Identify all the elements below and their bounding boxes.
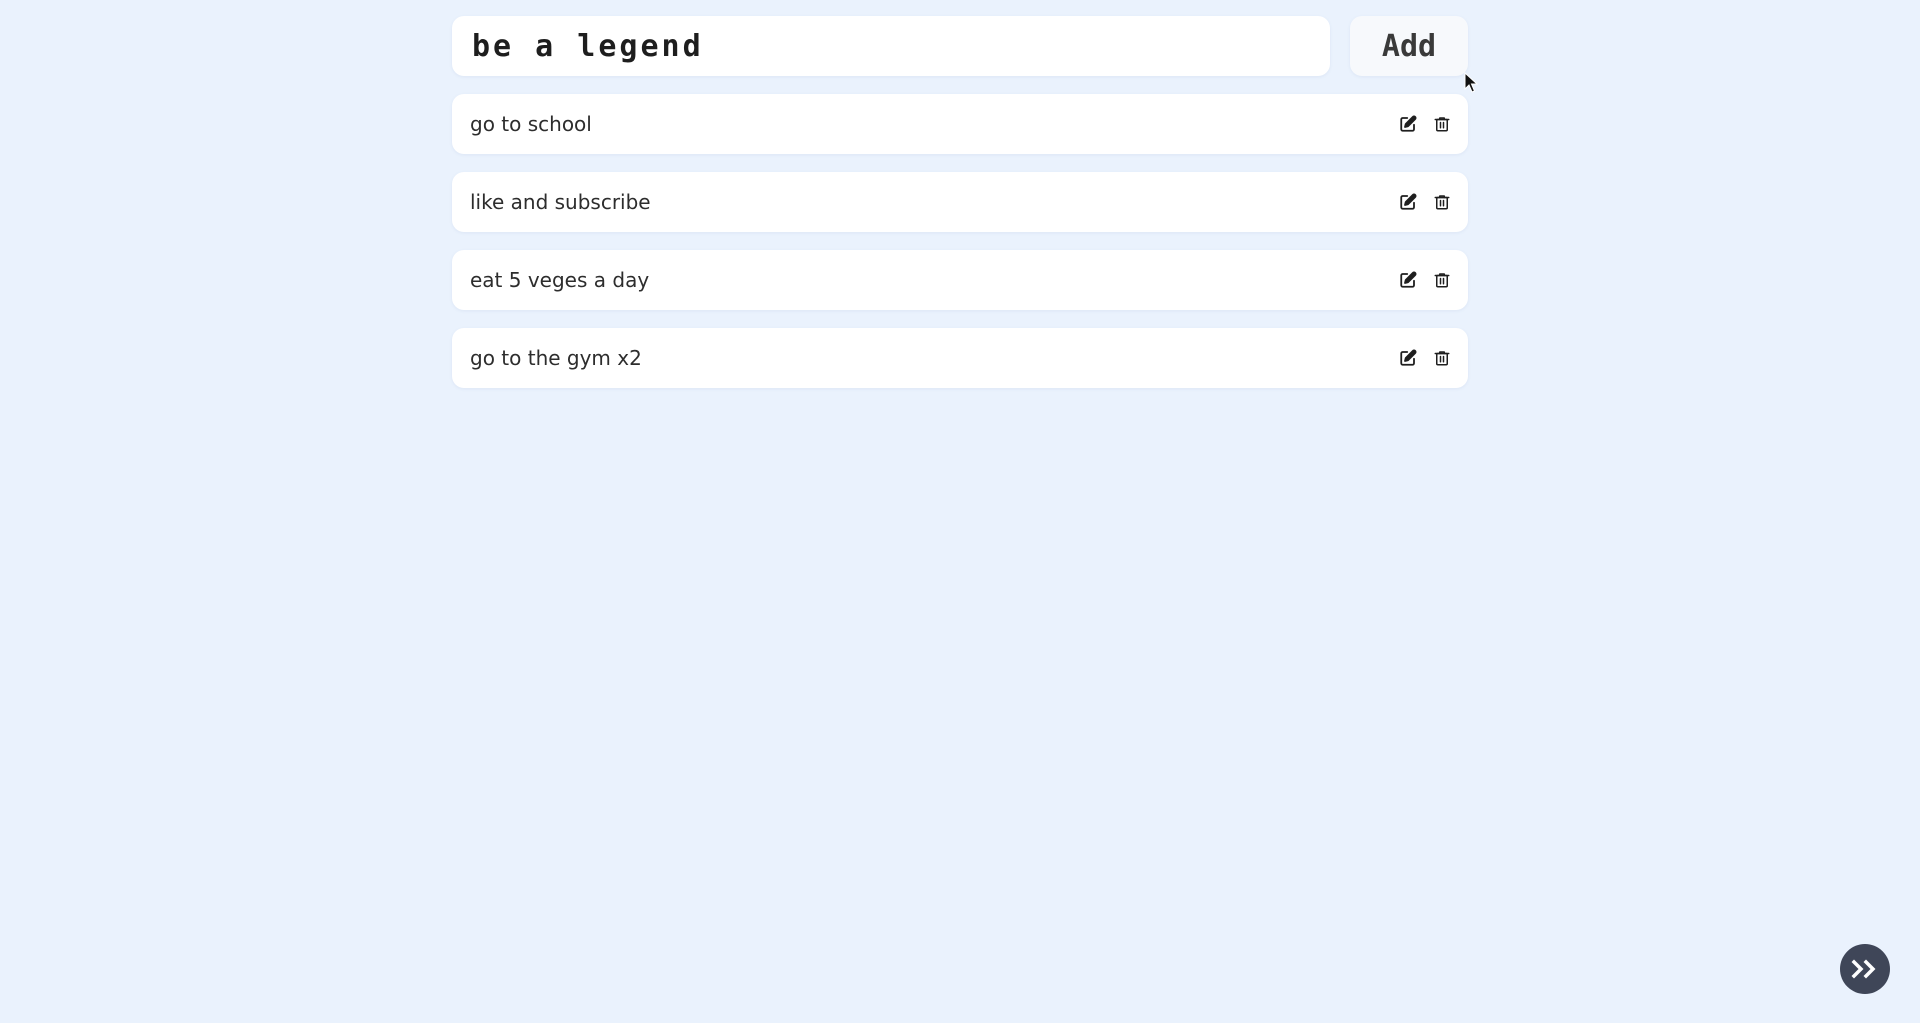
- add-todo-row: Add: [452, 16, 1468, 76]
- todo-text: go to the gym x2: [470, 346, 642, 370]
- todo-item: eat 5 veges a day: [452, 250, 1468, 310]
- double-chevron-right-icon: [1851, 959, 1876, 979]
- todo-text: like and subscribe: [470, 190, 651, 214]
- new-todo-input[interactable]: [452, 16, 1330, 76]
- todo-actions: [1398, 270, 1452, 290]
- todo-actions: [1398, 114, 1452, 134]
- edit-icon[interactable]: [1398, 270, 1418, 290]
- edit-icon[interactable]: [1398, 192, 1418, 212]
- todo-item: like and subscribe: [452, 172, 1468, 232]
- todo-app: Add go to school: [452, 16, 1468, 406]
- todo-actions: [1398, 192, 1452, 212]
- edit-icon[interactable]: [1398, 348, 1418, 368]
- todo-item: go to school: [452, 94, 1468, 154]
- trash-icon[interactable]: [1432, 114, 1452, 134]
- mouse-cursor-icon: [1464, 72, 1478, 93]
- next-page-button[interactable]: [1840, 944, 1890, 994]
- todo-text: go to school: [470, 112, 592, 136]
- trash-icon[interactable]: [1432, 270, 1452, 290]
- trash-icon[interactable]: [1432, 192, 1452, 212]
- edit-icon[interactable]: [1398, 114, 1418, 134]
- todo-actions: [1398, 348, 1452, 368]
- todo-text: eat 5 veges a day: [470, 268, 650, 292]
- todo-list: go to school like and subscribe eat 5 ve…: [452, 94, 1468, 388]
- trash-icon[interactable]: [1432, 348, 1452, 368]
- todo-item: go to the gym x2: [452, 328, 1468, 388]
- add-button[interactable]: Add: [1350, 16, 1468, 76]
